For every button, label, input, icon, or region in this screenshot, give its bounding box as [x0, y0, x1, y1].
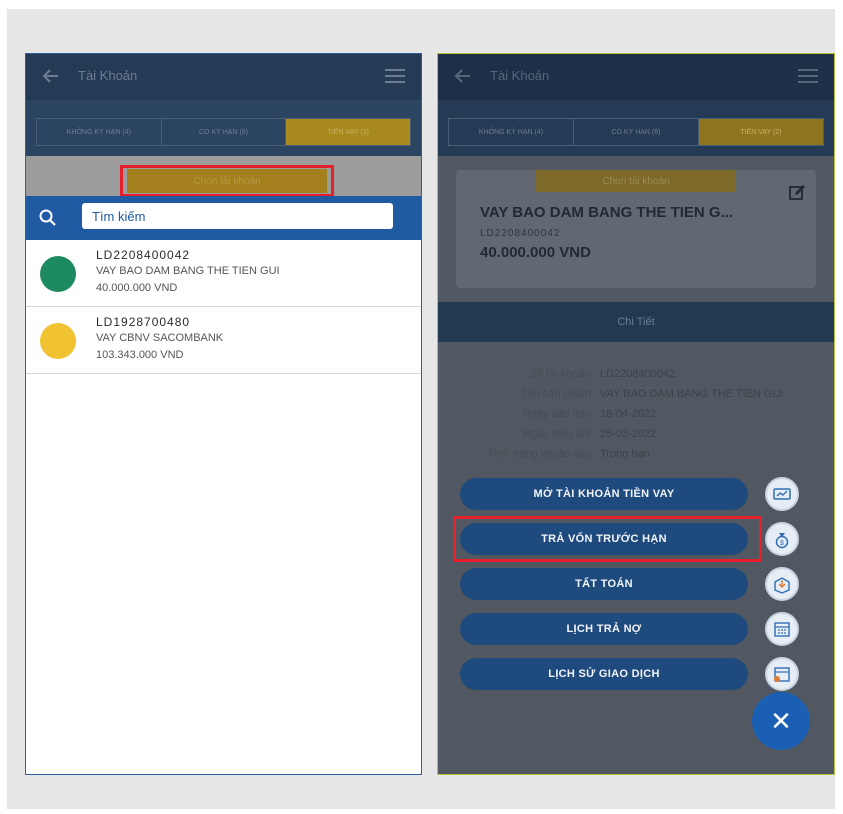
open-loan-account-button[interactable]: MỞ TÀI KHOẢN TIỀN VAY — [460, 478, 748, 510]
detail-row: Ngày hiệu lực: 25-03-2022 — [438, 428, 834, 446]
detail-value: VAY BAO DAM BANG THE TIEN GUI — [600, 388, 784, 400]
tab-loans[interactable]: TIỀN VAY (2) — [699, 119, 823, 145]
repayment-schedule-button[interactable]: LỊCH TRẢ NỢ — [460, 613, 748, 645]
svg-text:$: $ — [780, 540, 784, 547]
detail-value: Trong hạn — [600, 448, 650, 460]
left-phone-screen: Tài Khoản KHÔNG KỲ HẠN (4) CÓ KỲ HẠN (6)… — [25, 53, 422, 775]
account-amount: 103.343.000 VND — [96, 349, 184, 361]
back-arrow-icon[interactable] — [452, 65, 474, 87]
card-account-code: LD2208400042 — [480, 228, 561, 239]
back-arrow-icon[interactable] — [40, 65, 62, 87]
calendar-icon[interactable] — [765, 612, 799, 646]
detail-row: Số tài khoản: LD2208400042 — [438, 368, 834, 386]
detail-row: Tên sản phẩm: VAY BAO DAM BANG THE TIEN G… — [438, 388, 834, 406]
tab-bar: KHÔNG KỲ HẠN (4) CÓ KỲ HẠN (6) TIỀN VAY … — [26, 100, 421, 156]
detail-key: Ngày đáo hạn: — [522, 408, 594, 420]
detail-key: Số tài khoản: — [529, 368, 594, 380]
close-icon: ✕ — [770, 705, 792, 736]
tab-demand-deposit[interactable]: KHÔNG KỲ HẠN (4) — [37, 119, 162, 145]
search-bar — [26, 196, 421, 240]
account-code: LD1928700480 — [96, 315, 191, 329]
account-name: VAY CBNV SACOMBANK — [96, 332, 224, 344]
tab-bar: KHÔNG KỲ HẠN (4) CÓ KỲ HẠN (6) TIỀN VAY … — [438, 100, 834, 156]
card-account-name: VAY BAO DAM BANG THE TIEN G... — [480, 204, 734, 221]
app-bar: Tài Khoản — [438, 54, 834, 100]
account-color-dot — [40, 323, 76, 359]
account-color-dot — [40, 256, 76, 292]
menu-icon[interactable] — [798, 69, 818, 83]
detail-row: Tình trạng khoản vay: Trong hạn — [438, 448, 834, 466]
money-bag-icon[interactable]: $ — [765, 522, 799, 556]
close-menu-button[interactable]: ✕ — [752, 692, 810, 750]
detail-value: LD2208400042 — [600, 368, 676, 380]
search-input[interactable] — [82, 203, 393, 229]
detail-key: Tình trạng khoản vay: — [487, 448, 594, 460]
account-card[interactable]: Chọn tài khoản VAY BAO DAM BANG THE TIEN… — [456, 170, 816, 288]
page-title: Tài Khoản — [78, 68, 138, 83]
highlight-box-choose-account — [120, 165, 334, 197]
history-calendar-icon[interactable] — [765, 657, 799, 691]
highlight-box-early-repayment — [453, 516, 762, 562]
card-account-amount: 40.000.000 VND — [480, 244, 591, 261]
list-item[interactable]: LD1928700480 VAY CBNV SACOMBANK 103.343.… — [26, 307, 421, 374]
detail-row: Ngày đáo hạn: 18-04-2022 — [438, 408, 834, 426]
account-amount: 40.000.000 VND — [96, 282, 178, 294]
detail-key: Ngày hiệu lực: — [523, 428, 594, 440]
search-icon — [39, 209, 56, 226]
tab-term-deposit[interactable]: CÓ KỲ HẠN (6) — [162, 119, 287, 145]
list-item[interactable]: LD2208400042 VAY BAO DAM BANG THE TIEN G… — [26, 240, 421, 307]
edit-icon[interactable] — [788, 184, 806, 202]
transaction-history-button[interactable]: LỊCH SỬ GIAO DỊCH — [460, 658, 748, 690]
account-name: VAY BAO DAM BANG THE TIEN GUI — [96, 265, 280, 277]
detail-header: Chi Tiết — [438, 302, 834, 342]
tab-demand-deposit[interactable]: KHÔNG KỲ HẠN (4) — [449, 119, 574, 145]
right-phone-screen: Tài Khoản KHÔNG KỲ HẠN (4) CÓ KỲ HẠN (6)… — [437, 53, 835, 775]
tab-term-deposit[interactable]: CÓ KỲ HẠN (6) — [574, 119, 699, 145]
choose-account-button[interactable]: Chọn tài khoản — [536, 170, 736, 192]
tab-loans[interactable]: TIỀN VAY (2) — [286, 119, 411, 145]
settle-account-button[interactable]: TẤT TOÁN — [460, 568, 748, 600]
detail-value: 18-04-2022 — [600, 408, 657, 420]
detail-key: Tên sản phẩm: — [520, 388, 594, 400]
app-bar: Tài Khoản — [26, 54, 421, 100]
screenshot-frame: Tài Khoản KHÔNG KỲ HẠN (4) CÓ KỲ HẠN (6)… — [7, 9, 835, 809]
account-code: LD2208400042 — [96, 248, 191, 262]
open-loan-icon[interactable] — [765, 477, 799, 511]
menu-icon[interactable] — [385, 69, 405, 83]
page-title: Tài Khoản — [490, 68, 550, 83]
settle-box-icon[interactable] — [765, 567, 799, 601]
detail-value: 25-03-2022 — [600, 428, 657, 440]
